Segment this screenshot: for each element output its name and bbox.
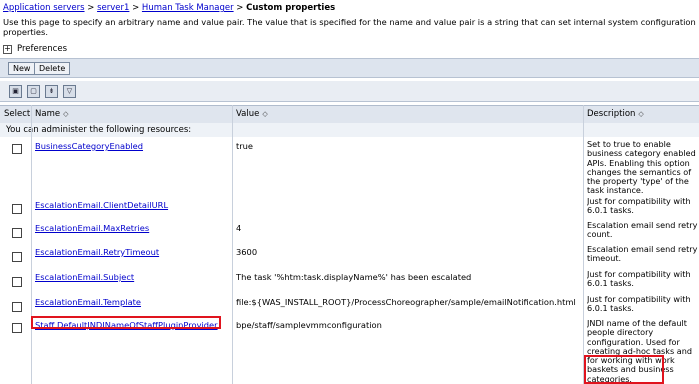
breadcrumb-link-application-servers[interactable]: Application servers xyxy=(3,3,85,13)
highlight-box-description xyxy=(584,355,664,384)
breadcrumb-link-human-task-manager[interactable]: Human Task Manager xyxy=(142,3,234,13)
header-value-label: Value xyxy=(236,109,260,119)
property-name-link[interactable]: EscalationEmail.MaxRetries xyxy=(35,223,149,233)
preferences-toggle[interactable]: + Preferences xyxy=(3,44,67,54)
breadcrumb-current: Custom properties xyxy=(246,3,336,13)
table-tools-toolbar: ▣ ▢ ⇟ ▽ xyxy=(0,81,699,102)
sort-icon[interactable]: ◇ xyxy=(63,110,68,118)
sort-icon[interactable]: ◇ xyxy=(638,110,643,118)
admin-banner: You can administer the following resourc… xyxy=(0,123,699,138)
property-description: Escalation email send retry count. xyxy=(587,221,698,240)
property-description: Just for compatibility with 6.0.1 tasks. xyxy=(587,197,691,216)
property-name-link[interactable]: EscalationEmail.ClientDetailURL xyxy=(35,200,168,210)
property-name-link[interactable]: EscalationEmail.Template xyxy=(35,297,141,307)
table-row: EscalationEmail.Template file:${WAS_INST… xyxy=(0,292,699,317)
header-value[interactable]: Value ◇ xyxy=(236,109,268,119)
page-description: Use this page to specify an arbitrary na… xyxy=(3,17,696,37)
property-name-link[interactable]: EscalationEmail.Subject xyxy=(35,272,134,282)
row-checkbox[interactable] xyxy=(12,228,22,238)
row-checkbox[interactable] xyxy=(12,323,22,333)
property-description: Set to true to enable business category … xyxy=(587,140,696,196)
delete-button[interactable]: Delete xyxy=(34,62,71,75)
row-checkbox[interactable] xyxy=(12,144,22,154)
property-value: The task '%htm:task.displayName%' has be… xyxy=(236,272,472,282)
header-select: Select xyxy=(4,109,31,119)
breadcrumb-separator: > xyxy=(84,3,98,13)
table-header: Select Name ◇ Value ◇ Description ◇ xyxy=(0,105,699,124)
property-name-link[interactable]: EscalationEmail.RetryTimeout xyxy=(35,247,159,257)
table-row: BusinessCategoryEnabled true Set to true… xyxy=(0,137,699,195)
header-description-label: Description xyxy=(587,109,636,119)
row-checkbox[interactable] xyxy=(12,204,22,214)
header-description[interactable]: Description ◇ xyxy=(587,109,644,119)
table-row: EscalationEmail.Subject The task '%htm:t… xyxy=(0,267,699,293)
new-button[interactable]: New xyxy=(8,62,36,75)
breadcrumb-link-server1[interactable]: server1 xyxy=(97,3,129,13)
deselect-all-icon[interactable]: ▢ xyxy=(27,85,40,98)
property-value: file:${WAS_INSTALL_ROOT}/ProcessChoreogr… xyxy=(236,297,576,307)
property-value: 3600 xyxy=(236,247,258,257)
breadcrumb: Application servers > server1 > Human Ta… xyxy=(3,3,335,13)
header-name[interactable]: Name ◇ xyxy=(35,109,68,119)
table-row: EscalationEmail.MaxRetries 4 Escalation … xyxy=(0,218,699,243)
row-checkbox[interactable] xyxy=(12,277,22,287)
row-checkbox[interactable] xyxy=(12,302,22,312)
admin-text: You can administer the following resourc… xyxy=(6,125,192,135)
row-checkbox[interactable] xyxy=(12,252,22,262)
table-row: EscalationEmail.ClientDetailURL Just for… xyxy=(0,194,699,219)
column-divider xyxy=(232,105,233,384)
table-row: EscalationEmail.RetryTimeout 3600 Escala… xyxy=(0,242,699,268)
breadcrumb-separator: > xyxy=(129,3,142,13)
header-name-label: Name xyxy=(35,109,61,119)
preferences-label: Preferences xyxy=(17,44,67,54)
property-description: Just for compatibility with 6.0.1 tasks. xyxy=(587,295,691,314)
plus-icon: + xyxy=(3,43,12,54)
action-toolbar: New Delete xyxy=(0,58,699,78)
property-value: 4 xyxy=(236,223,242,233)
property-description: Just for compatibility with 6.0.1 tasks. xyxy=(587,270,691,289)
property-value: true xyxy=(236,141,254,151)
property-description: Escalation email send retry timeout. xyxy=(587,245,698,264)
property-name-link[interactable]: BusinessCategoryEnabled xyxy=(35,141,143,151)
select-all-icon[interactable]: ▣ xyxy=(9,85,22,98)
property-value: bpe/staff/samplevmmconfiguration xyxy=(236,320,382,330)
highlight-box-name xyxy=(31,316,221,329)
breadcrumb-separator: > xyxy=(233,3,247,13)
sort-icon[interactable]: ◇ xyxy=(262,110,267,118)
show-filter-icon[interactable]: ⇟ xyxy=(45,85,58,98)
column-divider xyxy=(583,105,584,384)
clear-filter-icon[interactable]: ▽ xyxy=(63,85,76,98)
column-divider xyxy=(31,105,32,384)
